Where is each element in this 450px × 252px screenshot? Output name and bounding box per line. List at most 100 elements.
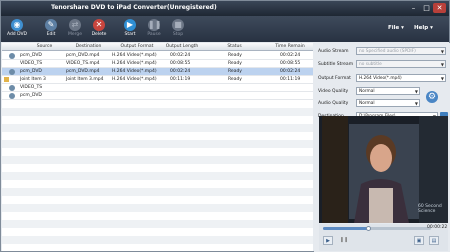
dvd-icon <box>9 69 15 75</box>
app-window: Tenorshare DVD to iPad Converter(Unregis… <box>0 0 450 252</box>
delete-button[interactable]: ✕ Delete <box>88 18 110 40</box>
pause-icon: ❚❚ <box>148 19 162 31</box>
file-menu[interactable]: File ▾ <box>388 25 404 31</box>
video-watermark: 60 Second Science <box>418 204 442 214</box>
audio-stream-value: no Specified audio (SPDIF) <box>359 49 416 54</box>
column-header[interactable]: Source <box>27 44 62 49</box>
table-row[interactable]: VIDEO_TS VIDEO_TS.mp4 H.264 Video(*.mp4)… <box>2 60 313 68</box>
edit-button[interactable]: ✎ Edit <box>40 18 62 40</box>
cell-remain: 00:11:19 <box>280 77 301 82</box>
stop-icon: ■ <box>172 19 184 31</box>
empty-row <box>2 156 313 164</box>
table-row-selected[interactable]: pcm_DVD pcm_DVD.mp4 H.264 Video(*.mp4) 0… <box>2 68 313 76</box>
column-header[interactable]: Time Remain <box>270 44 310 49</box>
delete-icon: ✕ <box>93 19 105 31</box>
start-label: Start <box>124 32 136 37</box>
cell-status: Ready <box>228 77 242 82</box>
chevron-down-icon: ▼ <box>440 49 444 54</box>
audio-stream-select[interactable]: no Specified audio (SPDIF) ▼ <box>356 47 446 55</box>
video-quality-select[interactable]: Normal ▼ <box>356 87 420 95</box>
help-menu[interactable]: Help ▾ <box>414 25 433 31</box>
table-row[interactable]: Joint Item 3 Joint Item 3.mp4 H.264 Vide… <box>2 76 313 84</box>
cell-destination: VIDEO_TS.mp4 <box>66 61 100 66</box>
dvd-icon <box>9 93 15 99</box>
seek-bar[interactable] <box>323 226 431 231</box>
cell-source: pcm_DVD <box>20 69 42 74</box>
add-dvd-button[interactable]: ◉ Add DVD <box>6 18 28 40</box>
title-bar: Tenorshare DVD to iPad Converter(Unregis… <box>1 1 449 16</box>
empty-row <box>2 204 313 212</box>
chevron-down-icon: ▼ <box>414 89 418 94</box>
close-button[interactable]: ✕ <box>433 3 446 13</box>
table-row[interactable]: pcm_DVD <box>2 92 313 100</box>
snapshot-button[interactable]: ▣ <box>414 236 424 245</box>
column-header[interactable]: Output Length <box>162 44 202 49</box>
minimize-button[interactable]: – <box>407 3 420 13</box>
cell-remain: 00:02:24 <box>280 53 301 58</box>
cell-remain: 00:08:55 <box>280 61 301 66</box>
start-button[interactable]: ▶ Start <box>119 18 141 40</box>
cell-destination: pcm_DVD.mp4 <box>66 53 100 58</box>
stop-label: Stop <box>172 32 184 37</box>
pause-button[interactable]: ❚❚ Pause <box>143 18 165 40</box>
add-dvd-icon: ◉ <box>11 19 23 31</box>
dvd-icon <box>9 53 15 59</box>
cell-length: 00:08:55 <box>170 61 191 66</box>
video-quality-label: Video Quality <box>318 89 349 94</box>
chevron-down-icon: ▼ <box>440 76 444 81</box>
column-header[interactable]: Output Format <box>112 44 162 49</box>
subtitle-stream-label: Subtitle Stream <box>318 62 354 67</box>
cell-format: H.264 Video(*.mp4) <box>112 77 157 82</box>
conversion-table: Source Destination Output Format Output … <box>2 43 313 251</box>
empty-row <box>2 236 313 244</box>
table-row[interactable]: VIDEO_TS <box>2 84 313 92</box>
cell-remain: 00:02:24 <box>280 69 301 74</box>
file-menu-label: File <box>388 25 400 31</box>
table-row[interactable]: pcm_DVD pcm_DVD.mp4 H.264 Video(*.mp4) 0… <box>2 52 313 60</box>
cell-destination: pcm_DVD.mp4 <box>66 69 100 74</box>
output-format-select[interactable]: H.264 Video(*.mp4) ▼ <box>356 74 446 82</box>
cell-status: Ready <box>228 61 242 66</box>
maximize-button[interactable]: □ <box>420 3 433 13</box>
cell-status: Ready <box>228 69 242 74</box>
merge-button[interactable]: ⇄ Merge <box>64 18 86 40</box>
play-icon: ▶ <box>326 238 330 244</box>
audio-quality-label: Audio Quality <box>318 101 349 106</box>
cell-source: VIDEO_TS <box>20 61 43 66</box>
stop-button[interactable]: ■ Stop <box>167 18 189 40</box>
seek-progress <box>323 227 368 230</box>
empty-row <box>2 220 313 228</box>
empty-row <box>2 172 313 180</box>
output-format-value: H.264 Video(*.mp4) <box>359 76 402 81</box>
column-header[interactable]: Status <box>207 44 262 49</box>
start-icon: ▶ <box>124 19 136 31</box>
cell-length: 00:02:24 <box>170 53 191 58</box>
column-header[interactable]: Destination <box>66 44 111 49</box>
cell-format: H.264 Video(*.mp4) <box>112 61 157 66</box>
cell-format: H.264 Video(*.mp4) <box>112 53 157 58</box>
subtitle-stream-select[interactable]: no subtitle ▼ <box>356 60 446 68</box>
cell-status: Ready <box>228 53 242 58</box>
audio-quality-select[interactable]: Normal ▼ <box>356 99 420 107</box>
stop-preview-button[interactable]: ❚❚ <box>339 236 349 245</box>
cell-source: pcm_DVD <box>20 53 42 58</box>
folder-icon <box>4 77 9 82</box>
seek-handle[interactable] <box>366 226 371 231</box>
stop-icon: ❚❚ <box>339 237 349 243</box>
chevron-down-icon: ▼ <box>414 101 418 106</box>
play-button[interactable]: ▶ <box>323 236 333 245</box>
chevron-down-icon: ▼ <box>440 62 444 67</box>
gear-icon[interactable]: ⚙ <box>426 91 438 103</box>
audio-quality-value: Normal <box>359 101 375 106</box>
open-folder-button[interactable]: ▤ <box>429 236 439 245</box>
help-menu-label: Help <box>414 25 429 31</box>
edit-label: Edit <box>46 32 56 37</box>
cell-format: H.264 Video(*.mp4) <box>112 69 157 74</box>
pause-label: Pause <box>147 32 161 37</box>
video-preview: 60 Second Science <box>319 116 448 223</box>
cell-length: 00:02:24 <box>170 69 191 74</box>
window-title: Tenorshare DVD to iPad Converter(Unregis… <box>51 4 217 11</box>
output-format-label: Output Format <box>318 76 351 81</box>
edit-icon: ✎ <box>45 19 57 31</box>
toolbar: ◉ Add DVD ✎ Edit ⇄ Merge ✕ Delete ▶ Star… <box>1 16 449 42</box>
